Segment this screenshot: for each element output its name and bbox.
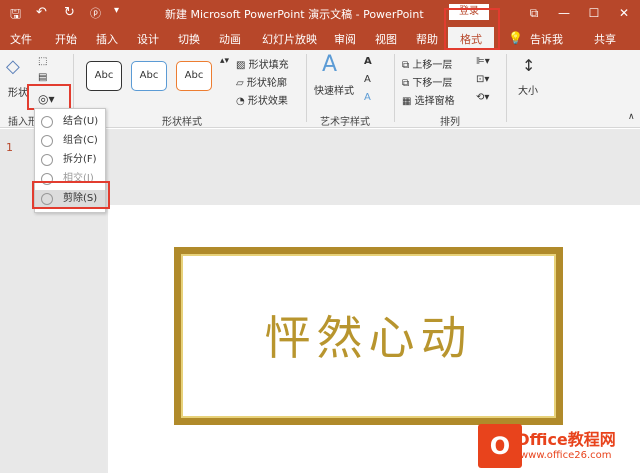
group-icon[interactable]: ⊡▾ bbox=[476, 74, 489, 85]
combine-icon bbox=[41, 135, 53, 147]
lightbulb-icon: 💡 bbox=[508, 31, 523, 45]
watermark-name: Office教程网 bbox=[516, 430, 616, 449]
style-swatch-3[interactable]: Abc bbox=[176, 61, 212, 91]
watermark: O Office教程网 www.office26.com bbox=[478, 422, 640, 473]
tab-animations[interactable]: 动画 bbox=[219, 31, 241, 47]
textbox-icon[interactable]: ▤ bbox=[38, 72, 47, 83]
start-from-beginning-icon[interactable]: ⓟ bbox=[90, 5, 101, 21]
undo-icon[interactable]: ↶ bbox=[36, 5, 47, 20]
slide-title-text[interactable]: 怦然心动 bbox=[174, 302, 563, 368]
shapes-label: 形状 bbox=[8, 88, 28, 99]
tab-slideshow[interactable]: 幻灯片放映 bbox=[262, 31, 317, 47]
gallery-more-icon[interactable]: ▴▾ bbox=[220, 56, 229, 66]
effect-icon: ◔ bbox=[236, 96, 248, 107]
bring-forward-icon: ⧉ bbox=[402, 60, 413, 71]
close-icon[interactable]: ✕ bbox=[610, 2, 638, 24]
shape-styles-group-label: 形状样式 bbox=[162, 117, 202, 128]
share-button[interactable]: 共享 bbox=[594, 31, 616, 47]
text-effect-icon[interactable]: A bbox=[364, 92, 371, 103]
shapes-icon[interactable]: ◇ bbox=[6, 56, 20, 77]
rotate-icon[interactable]: ⟲▾ bbox=[476, 92, 489, 103]
tab-transitions[interactable]: 切换 bbox=[178, 31, 200, 47]
window-title: 新建 Microsoft PowerPoint 演示文稿 - PowerPoin… bbox=[165, 8, 424, 21]
shape-fill-button[interactable]: ▨ 形状填充 bbox=[236, 56, 289, 71]
quick-styles-button[interactable]: 快速样式 bbox=[314, 82, 354, 97]
tab-design[interactable]: 设计 bbox=[137, 31, 159, 47]
outline-icon: ▱ bbox=[236, 78, 247, 89]
style-swatch-2[interactable]: Abc bbox=[131, 61, 167, 91]
union-icon bbox=[41, 116, 53, 128]
shape-effect-button[interactable]: ◔ 形状效果 bbox=[236, 92, 288, 107]
highlight-format-tab bbox=[444, 8, 500, 50]
selection-pane-button[interactable]: ▦ 选择窗格 bbox=[402, 92, 455, 107]
save-icon[interactable]: 🖫 bbox=[10, 5, 21, 27]
maximize-icon[interactable]: ☐ bbox=[580, 2, 608, 24]
selection-pane-icon: ▦ bbox=[402, 96, 415, 107]
arrange-group-label: 排列 bbox=[440, 117, 460, 128]
minimize-icon[interactable]: — bbox=[550, 2, 578, 24]
tab-help[interactable]: 帮助 bbox=[416, 31, 438, 47]
tell-me-search[interactable]: 告诉我 bbox=[530, 31, 563, 47]
send-backward-icon: ⧉ bbox=[402, 78, 413, 89]
highlight-merge-shapes bbox=[27, 84, 71, 110]
highlight-subtract bbox=[32, 181, 110, 209]
size-icon[interactable]: ↕ bbox=[522, 56, 535, 75]
wordart-group-label: 艺术字样式 bbox=[320, 117, 370, 128]
tab-insert[interactable]: 插入 bbox=[96, 31, 118, 47]
tab-file[interactable]: 文件 bbox=[10, 31, 32, 47]
watermark-url: www.office26.com bbox=[520, 450, 612, 461]
text-outline-icon[interactable]: A bbox=[364, 74, 371, 85]
collapse-ribbon-icon[interactable]: ∧ bbox=[628, 112, 635, 122]
edit-shape-icon[interactable]: ⬚ bbox=[38, 56, 47, 67]
send-backward-button[interactable]: ⧉ 下移一层 bbox=[402, 74, 452, 89]
style-swatch-1[interactable]: Abc bbox=[86, 61, 122, 91]
menu-union[interactable]: 结合(U) bbox=[35, 113, 105, 131]
wordart-a-icon[interactable]: A bbox=[322, 52, 337, 77]
shape-outline-button[interactable]: ▱ 形状轮廓 bbox=[236, 74, 287, 89]
align-icon[interactable]: ⊫▾ bbox=[476, 56, 490, 67]
tab-home[interactable]: 开始 bbox=[55, 31, 77, 47]
customize-qat-icon[interactable]: ▾ bbox=[114, 5, 119, 16]
tab-review[interactable]: 审阅 bbox=[334, 31, 356, 47]
title-bar: 🖫 ↶ ↻ ⓟ ▾ 新建 Microsoft PowerPoint 演示文稿 -… bbox=[0, 0, 640, 27]
fragment-icon bbox=[41, 154, 53, 166]
tab-view[interactable]: 视图 bbox=[375, 31, 397, 47]
size-button[interactable]: 大小 bbox=[518, 82, 538, 97]
menu-combine[interactable]: 组合(C) bbox=[35, 132, 105, 150]
restore-icon[interactable]: ⧉ bbox=[520, 2, 548, 24]
menu-fragment[interactable]: 拆分(F) bbox=[35, 151, 105, 169]
slide-number: 1 bbox=[6, 141, 13, 154]
fill-icon: ▨ bbox=[236, 60, 249, 71]
text-fill-icon[interactable]: A bbox=[364, 56, 372, 67]
redo-icon[interactable]: ↻ bbox=[64, 5, 75, 20]
bring-forward-button[interactable]: ⧉ 上移一层 bbox=[402, 56, 452, 71]
ribbon-tabs: 文件 开始 插入 设计 切换 动画 幻灯片放映 审阅 视图 帮助 格式 💡 告诉… bbox=[0, 27, 640, 50]
